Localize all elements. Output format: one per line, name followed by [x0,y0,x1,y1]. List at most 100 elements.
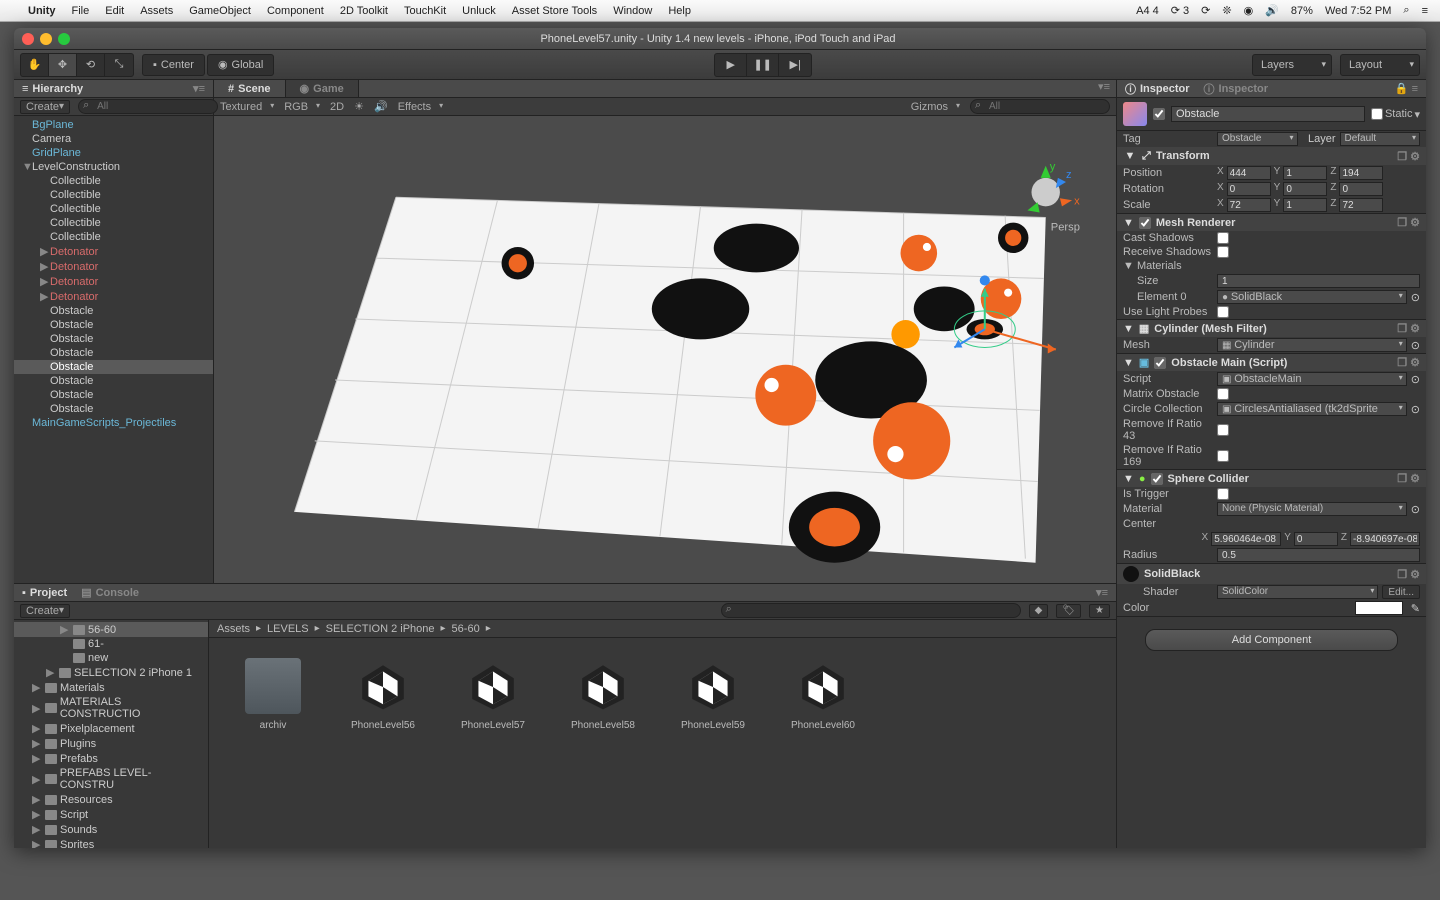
hierarchy-item[interactable]: Obstacle [14,374,213,388]
scene-2d-toggle[interactable]: 2D [330,101,344,113]
menubar-wifi-icon[interactable]: ◉ [1244,4,1254,17]
hierarchy-item[interactable]: Collectible [14,174,213,188]
component-menu-icon[interactable]: ❐ ⚙ [1397,356,1420,369]
hierarchy-item[interactable]: Obstacle [14,388,213,402]
panel-menu-icon[interactable]: ▾≡ [193,82,205,95]
close-button[interactable] [22,33,34,45]
menubar-volume-icon[interactable]: 🔊 [1265,4,1279,17]
menu-gameobject[interactable]: GameObject [189,5,251,17]
center-x[interactable] [1211,532,1281,546]
project-tree-item[interactable]: ▶ Sounds [14,822,208,837]
scl-y[interactable] [1283,198,1327,212]
zoom-button[interactable] [58,33,70,45]
project-tree-item[interactable]: ▶ SELECTION 2 iPhone 1 [14,665,208,680]
hierarchy-item[interactable]: Obstacle [14,332,213,346]
menu-window[interactable]: Window [613,5,652,17]
scale-tool[interactable]: ⤡ [105,54,133,76]
menubar-adobe-icon[interactable]: A4 4 [1136,5,1159,17]
mesh-field[interactable]: ▦ Cylinder [1217,338,1407,352]
menu-unluck[interactable]: Unluck [462,5,496,17]
breadcrumb-item[interactable]: LEVELS [267,623,309,635]
scene-light-icon[interactable]: ☀ [354,100,364,113]
add-component-button[interactable]: Add Component [1145,629,1398,651]
component-menu-icon[interactable]: ❐ ⚙ [1397,322,1420,335]
layer-dropdown[interactable]: Default [1340,132,1421,146]
physic-material[interactable]: None (Physic Material) [1217,502,1407,516]
project-tree-item[interactable]: ▶ Sprites [14,837,208,848]
materials-size[interactable] [1217,274,1420,288]
asset-item[interactable]: archiv [233,658,313,731]
hierarchy-item[interactable]: BgPlane [14,118,213,132]
tag-dropdown[interactable]: Obstacle [1217,132,1298,146]
inspector-panel-menu-icon[interactable]: 🔒 ≡ [1395,82,1418,95]
menu-component[interactable]: Component [267,5,324,17]
menu-file[interactable]: File [72,5,90,17]
project-tree-item[interactable]: new [14,651,208,665]
eyedropper-icon[interactable]: ✎ [1411,602,1420,615]
menubar-sync-icon[interactable]: ⟳ [1201,4,1210,17]
component-menu-icon[interactable]: ❐ ⚙ [1397,150,1420,163]
remove-43[interactable] [1217,424,1229,436]
breadcrumb-item[interactable]: Assets [217,623,250,635]
light-probes[interactable] [1217,306,1229,318]
shader-edit[interactable]: Edit... [1382,585,1420,599]
menu-assets[interactable]: Assets [140,5,173,17]
object-picker-icon[interactable]: ⊙ [1411,291,1420,304]
asset-item[interactable]: PhoneLevel56 [343,658,423,731]
scene-panel-menu-icon[interactable]: ▾≡ [1092,80,1116,97]
script-field[interactable]: ▣ ObstacleMain [1217,372,1407,386]
collider-enabled[interactable] [1151,473,1163,485]
hierarchy-item[interactable]: Obstacle [14,304,213,318]
hierarchy-item[interactable]: ▶Detonator [14,274,213,289]
minimize-button[interactable] [40,33,52,45]
scene-shading[interactable]: Textured [220,101,274,113]
pos-x[interactable] [1227,166,1271,180]
step-button[interactable]: ▶| [779,54,811,76]
project-search[interactable] [721,603,1021,618]
menubar-notification-icon[interactable]: ≡ [1422,5,1428,17]
project-star-icon[interactable]: ★ [1089,604,1110,618]
scene-search[interactable] [970,99,1110,114]
pivot-center[interactable]: ▪Center [142,54,205,76]
hierarchy-item[interactable]: Camera [14,132,213,146]
static-checkbox[interactable] [1371,108,1383,120]
asset-item[interactable]: PhoneLevel58 [563,658,643,731]
pos-y[interactable] [1283,166,1327,180]
hierarchy-item[interactable]: Obstacle [14,360,213,374]
hierarchy-item[interactable]: Collectible [14,216,213,230]
pause-button[interactable]: ❚❚ [747,54,779,76]
layers-dropdown[interactable]: Layers [1252,54,1332,76]
project-tree-item[interactable]: ▶ MATERIALS CONSTRUCTIO [14,695,208,721]
hierarchy-item[interactable]: Collectible [14,202,213,216]
menu-edit[interactable]: Edit [105,5,124,17]
project-tree-item[interactable]: ▶ 56-60 [14,622,208,637]
hierarchy-search[interactable] [78,99,218,114]
hierarchy-item[interactable]: Obstacle [14,318,213,332]
scene-audio-icon[interactable]: 🔊 [374,100,388,113]
hierarchy-item[interactable]: GridPlane [14,146,213,160]
menu-assetstore[interactable]: Asset Store Tools [512,5,597,17]
project-create[interactable]: Create ▾ [20,604,70,618]
component-menu-icon[interactable]: ❐ ⚙ [1397,216,1420,229]
rot-z[interactable] [1339,182,1383,196]
project-tab[interactable]: ▪ Project [22,587,67,599]
gameobject-name[interactable] [1171,106,1365,122]
project-tree-item[interactable]: ▶ Resources [14,792,208,807]
project-panel-menu-icon[interactable]: ▾≡ [1096,586,1108,599]
menubar-bluetooth-icon[interactable]: ❊ [1222,4,1231,17]
project-tree-item[interactable]: 61- [14,637,208,651]
project-tree-item[interactable]: ▶ Prefabs [14,751,208,766]
menu-help[interactable]: Help [668,5,691,17]
project-tree-item[interactable]: ▶ PREFABS LEVEL-CONSTRU [14,766,208,792]
hierarchy-item[interactable]: Obstacle [14,402,213,416]
cast-shadows[interactable] [1217,232,1229,244]
component-menu-icon[interactable]: ❐ ⚙ [1397,472,1420,485]
object-picker-icon[interactable]: ⊙ [1411,339,1420,352]
object-picker-icon[interactable]: ⊙ [1411,503,1420,516]
center-y[interactable] [1294,532,1338,546]
inspector-tab[interactable]: ⓘ Inspector [1125,81,1190,97]
rotate-tool[interactable]: ⟲ [77,54,105,76]
gameobject-icon[interactable] [1123,102,1147,126]
object-picker-icon[interactable]: ⊙ [1411,373,1420,386]
hierarchy-item[interactable]: Collectible [14,188,213,202]
